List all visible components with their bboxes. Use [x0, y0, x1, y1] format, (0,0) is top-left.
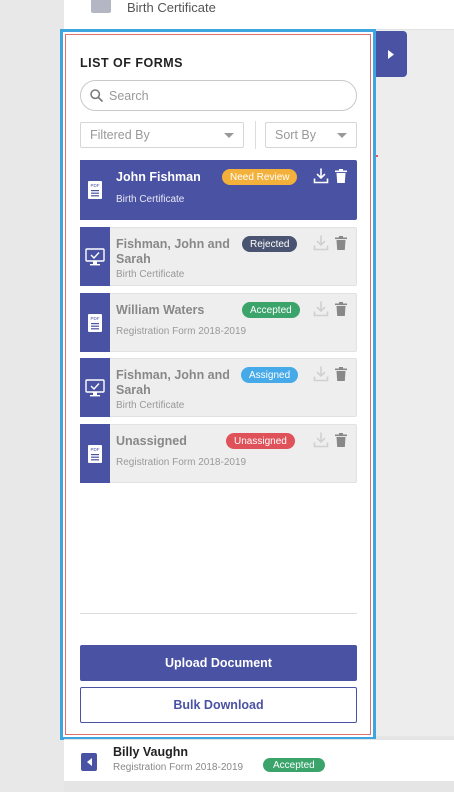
forms-panel-content: LIST OF FORMS Search Filtered By Sort By…: [65, 34, 371, 735]
form-type: Registration Form 2018-2019: [116, 326, 247, 337]
status-badge: Assigned: [241, 367, 299, 383]
form-card[interactable]: Fishman, John and Sarah Birth Certificat…: [80, 227, 357, 286]
background-left: [0, 0, 64, 792]
background-item-name: Billy Vaughn: [113, 745, 189, 759]
form-type: Birth Certificate: [116, 194, 185, 205]
form-card[interactable]: Fishman, John and Sarah Birth Certificat…: [80, 358, 357, 417]
download-icon[interactable]: [313, 168, 329, 184]
form-name: William Waters: [116, 303, 205, 317]
footer-divider: [80, 613, 357, 614]
chevron-down-icon: [337, 132, 347, 138]
form-name: Fishman, John and Sarah: [116, 368, 230, 397]
form-name: John Fishman: [116, 170, 201, 184]
search-placeholder: Search: [109, 88, 149, 103]
chevron-left-icon: [86, 758, 92, 766]
form-card[interactable]: PDF John Fishman Birth Certificate Need …: [80, 160, 357, 220]
pdf-document-icon: PDF: [80, 293, 110, 352]
download-icon[interactable]: [313, 432, 329, 448]
forms-panel: LIST OF FORMS Search Filtered By Sort By…: [60, 29, 376, 740]
background-item-subtitle: Registration Form 2018-2019: [113, 762, 244, 773]
trash-icon[interactable]: [335, 367, 347, 381]
upload-document-button[interactable]: Upload Document: [80, 645, 357, 681]
monitor-check-icon: [80, 358, 110, 417]
status-badge: Rejected: [242, 236, 298, 252]
sort-dropdown[interactable]: Sort By: [265, 122, 357, 148]
sort-label: Sort By: [275, 128, 316, 142]
collapse-panel-button[interactable]: [375, 31, 407, 77]
form-name: Unassigned: [116, 434, 187, 448]
filter-label: Filtered By: [90, 128, 150, 142]
expand-button[interactable]: [81, 753, 97, 771]
document-icon: [91, 0, 111, 13]
status-badge: Need Review: [222, 169, 298, 185]
svg-text:PDF: PDF: [91, 183, 100, 188]
chevron-right-icon: [388, 49, 394, 59]
background-list-item[interactable]: Billy Vaughn Registration Form 2018-2019…: [64, 739, 454, 781]
form-type: Birth Certificate: [116, 269, 185, 280]
monitor-check-icon: [80, 227, 110, 286]
filter-dropdown[interactable]: Filtered By: [80, 122, 244, 148]
chevron-down-icon: [224, 132, 234, 138]
status-badge: Accepted: [242, 302, 300, 318]
pdf-document-icon: PDF: [80, 424, 110, 483]
form-card[interactable]: PDF Unassigned Registration Form 2018-20…: [80, 424, 357, 483]
form-type: Birth Certificate: [116, 400, 185, 411]
form-card[interactable]: PDF William Waters Registration Form 201…: [80, 293, 357, 352]
trash-icon[interactable]: [335, 169, 347, 183]
trash-icon[interactable]: [335, 302, 347, 316]
status-badge: Accepted: [263, 758, 325, 772]
search-input[interactable]: Search: [80, 80, 357, 111]
search-icon: [90, 89, 103, 102]
dropdown-divider: [255, 121, 256, 149]
bulk-download-button[interactable]: Bulk Download: [80, 687, 357, 723]
background-item-label: Birth Certificate: [127, 0, 216, 15]
download-icon[interactable]: [313, 235, 329, 251]
svg-text:PDF: PDF: [91, 316, 100, 321]
form-type: Registration Form 2018-2019: [116, 457, 247, 468]
status-badge: Unassigned: [226, 433, 295, 449]
background-right: [374, 30, 454, 736]
download-icon[interactable]: [313, 301, 329, 317]
form-name: Fishman, John and Sarah: [116, 237, 230, 266]
download-icon[interactable]: [313, 366, 329, 382]
svg-text:PDF: PDF: [91, 447, 100, 452]
panel-title: LIST OF FORMS: [80, 56, 184, 70]
trash-icon[interactable]: [335, 433, 347, 447]
background-list-item[interactable]: Birth Certificate: [64, 0, 454, 30]
pdf-document-icon: PDF: [80, 160, 110, 220]
trash-icon[interactable]: [335, 236, 347, 250]
